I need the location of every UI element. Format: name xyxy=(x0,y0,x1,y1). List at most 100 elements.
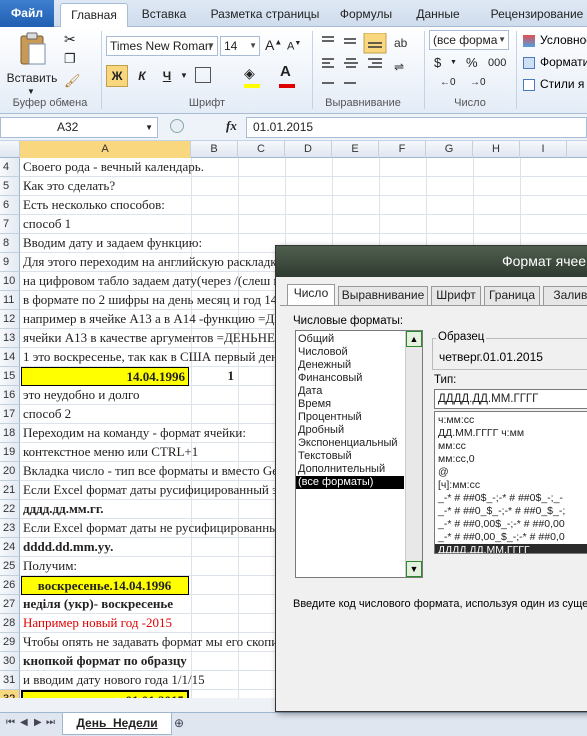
grow-font-icon[interactable]: A▲ xyxy=(265,37,282,53)
row-header[interactable]: 31 xyxy=(0,671,20,690)
format-code-item[interactable]: _-* # ##0_$_-;-* # ##0_$_-; xyxy=(435,505,587,518)
decrease-decimal-icon[interactable]: →0 xyxy=(470,77,486,88)
row-header[interactable]: 15 xyxy=(0,367,20,386)
column-header-h[interactable]: H xyxy=(473,141,520,158)
cell-styles-button[interactable]: Стили я xyxy=(540,77,584,91)
row-header[interactable]: 8 xyxy=(0,234,20,253)
italic-button[interactable]: К xyxy=(131,65,153,87)
percent-button[interactable]: % xyxy=(466,55,478,70)
insert-function-button[interactable]: fx xyxy=(226,118,237,134)
row-header[interactable]: 14 xyxy=(0,348,20,367)
tab-font[interactable]: Шрифт xyxy=(431,286,481,305)
paste-button[interactable]: Вставить ▼ xyxy=(4,29,58,96)
shrink-font-icon[interactable]: A▼ xyxy=(287,40,301,53)
category-item[interactable]: Дробный xyxy=(296,424,404,437)
cell-a[interactable]: Как это сделать? xyxy=(21,177,587,196)
last-sheet-icon[interactable]: ⏭ xyxy=(46,717,55,728)
format-code-item[interactable]: ДД.ММ.ГГГГ ч:мм xyxy=(435,427,587,440)
tab-page-layout[interactable]: Разметка страницы xyxy=(200,3,330,27)
row-header[interactable]: 17 xyxy=(0,405,20,424)
format-code-item[interactable]: _-* # ##0$_-;-* # ##0$_-;_- xyxy=(435,492,587,505)
scissors-icon[interactable]: ✂ xyxy=(64,31,76,48)
category-item[interactable]: Числовой xyxy=(296,346,404,359)
sheet-tab-active[interactable]: День_Недели xyxy=(62,713,172,735)
row-header[interactable]: 7 xyxy=(0,215,20,234)
row-header[interactable]: 29 xyxy=(0,633,20,652)
category-item[interactable]: Текстовый xyxy=(296,450,404,463)
cell-a[interactable]: способ 1 xyxy=(21,215,587,234)
font-size-select[interactable]: 14 ▼ xyxy=(220,36,260,56)
row-header[interactable]: 12 xyxy=(0,310,20,329)
type-input[interactable]: ДДДД.ДД.ММ.ГГГГ xyxy=(434,389,587,409)
tab-alignment[interactable]: Выравнивание xyxy=(338,286,428,305)
row-header[interactable]: 27 xyxy=(0,595,20,614)
cell-b[interactable]: 1 xyxy=(191,367,238,386)
row-header[interactable]: 30 xyxy=(0,652,20,671)
font-name-select[interactable]: Times New Roman ▼ xyxy=(106,36,218,56)
borders-icon[interactable] xyxy=(195,67,211,83)
category-item[interactable]: Денежный xyxy=(296,359,404,372)
tab-file[interactable]: Файл xyxy=(0,0,54,27)
row-header[interactable]: 16 xyxy=(0,386,20,405)
format-painter-icon[interactable]: 🖌 xyxy=(64,73,81,89)
thousands-button[interactable]: 000 xyxy=(488,57,506,69)
category-item[interactable]: Время xyxy=(296,398,404,411)
bold-button[interactable]: Ж xyxy=(106,65,128,87)
row-header[interactable]: 24 xyxy=(0,538,20,557)
font-color-icon[interactable]: A xyxy=(280,63,291,80)
cell-a[interactable]: воскресенье.14.04.1996 xyxy=(21,576,189,595)
column-header-f[interactable]: F xyxy=(379,141,426,158)
copy-icon[interactable]: ❐ xyxy=(64,51,76,67)
cell-a[interactable]: четверг.01.01.2015 xyxy=(21,690,189,698)
formula-input[interactable]: 01.01.2015 xyxy=(246,117,587,138)
format-table-button[interactable]: Формати xyxy=(540,55,587,69)
chevron-down-icon[interactable]: ▼ xyxy=(180,71,188,80)
category-list[interactable]: Общий Числовой Денежный Финансовый Дата Время… xyxy=(295,330,423,578)
row-header[interactable]: 23 xyxy=(0,519,20,538)
tab-data[interactable]: Данные xyxy=(408,3,468,27)
increase-decimal-icon[interactable]: ←0 xyxy=(440,77,456,88)
row-header[interactable]: 11 xyxy=(0,291,20,310)
row-header[interactable]: 4 xyxy=(0,158,20,177)
row-header[interactable]: 19 xyxy=(0,443,20,462)
conditional-format-button[interactable]: Условное xyxy=(540,33,587,47)
name-box[interactable]: A32 ▼ xyxy=(0,117,158,138)
tab-formulas[interactable]: Формулы xyxy=(334,3,398,27)
format-code-item[interactable]: ч:мм:сс xyxy=(435,414,587,427)
row-header[interactable]: 10 xyxy=(0,272,20,291)
tab-number[interactable]: Число xyxy=(287,284,335,305)
column-header-c[interactable]: C xyxy=(238,141,285,158)
format-code-list[interactable]: ч:мм:сс ДД.ММ.ГГГГ ч:мм мм:сс мм:сс,0 @ [ч]:м… xyxy=(434,411,587,554)
row-header[interactable]: 22 xyxy=(0,500,20,519)
expand-icon[interactable] xyxy=(170,119,184,133)
category-item[interactable]: Дополнительный xyxy=(296,463,404,476)
tab-border[interactable]: Граница xyxy=(484,286,540,305)
tab-home[interactable]: Главная xyxy=(60,3,128,28)
category-item[interactable]: Финансовый xyxy=(296,372,404,385)
scroll-down-icon[interactable]: ▼ xyxy=(406,561,422,577)
row-header[interactable]: 9 xyxy=(0,253,20,272)
column-header-i[interactable]: I xyxy=(520,141,567,158)
format-code-item[interactable]: мм:сс,0 xyxy=(435,453,587,466)
new-sheet-icon[interactable]: ⊕ xyxy=(174,716,184,730)
format-code-item[interactable]: мм:сс xyxy=(435,440,587,453)
cell-a[interactable]: Своего рода - вечный календарь. xyxy=(21,158,587,177)
row-header[interactable]: 26 xyxy=(0,576,20,595)
format-code-item[interactable]: [ч]:мм:сс xyxy=(435,479,587,492)
fill-color-icon[interactable]: ◈ xyxy=(244,65,255,82)
category-item[interactable]: Общий xyxy=(296,333,404,346)
alignment-icons[interactable]: ab ⇌ xyxy=(318,33,428,93)
prev-sheet-icon[interactable]: ◀ xyxy=(20,717,28,728)
first-sheet-icon[interactable]: ⏮ xyxy=(6,717,15,728)
chevron-down-icon[interactable]: ▼ xyxy=(450,59,457,66)
column-header-b[interactable]: B xyxy=(191,141,238,158)
row-header[interactable]: 28 xyxy=(0,614,20,633)
column-header-a[interactable]: A xyxy=(20,141,191,158)
row-header[interactable]: 32 xyxy=(0,690,20,698)
next-sheet-icon[interactable]: ▶ xyxy=(34,717,42,728)
row-header[interactable]: 20 xyxy=(0,462,20,481)
format-code-item[interactable]: _-* # ##0,00_$_-;-* # ##0,0 xyxy=(435,531,587,544)
column-header-d[interactable]: D xyxy=(285,141,332,158)
format-code-item[interactable]: _-* # ##0,00$_-;-* # ##0,00 xyxy=(435,518,587,531)
select-all-corner[interactable] xyxy=(0,141,20,158)
